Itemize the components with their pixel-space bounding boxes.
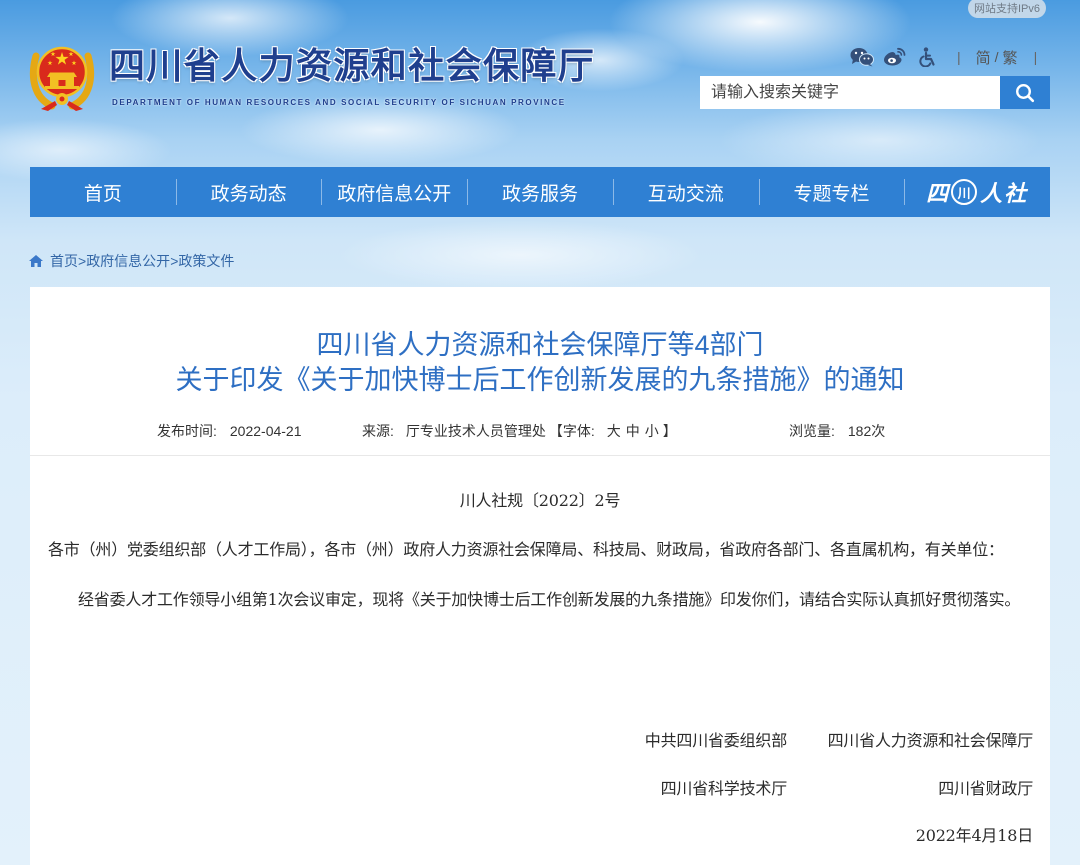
breadcrumb-policy-docs[interactable]: 政策文件	[178, 251, 234, 271]
emblem-gate-base	[45, 86, 79, 89]
emblem-gear-hub	[59, 96, 65, 102]
signatory: 四川省财政厅	[938, 779, 1033, 798]
font-size-large[interactable]: 大	[607, 421, 621, 441]
source-info: 来源: 厅专业技术人员管理处 【字体: 大 中 小 】	[362, 421, 677, 441]
tools-divider: |	[957, 49, 961, 65]
ipv6-badge: 网站支持IPv6	[968, 0, 1046, 18]
views-count: 182次	[847, 423, 886, 439]
signatory: 四川省人力资源和社会保障厅	[827, 731, 1034, 750]
emblem-gate-door	[58, 80, 66, 86]
source-label: 来源:	[362, 423, 394, 439]
brand-part-renshe: 人社	[980, 181, 1029, 206]
tools-divider: |	[1033, 49, 1038, 65]
nav-item-news[interactable]: 政务动态	[175, 167, 322, 217]
nav-item-interaction[interactable]: 互动交流	[612, 167, 759, 217]
header-tools: | 简 / 繁 |	[850, 45, 1037, 69]
breadcrumb-separator: >	[170, 253, 179, 269]
breadcrumb: 首页 > 政府信息公开 > 政策文件	[28, 251, 234, 271]
font-size-close: 】	[662, 423, 677, 439]
simplified-chinese-link[interactable]: 简	[976, 47, 991, 68]
source-value: 厅专业技术人员管理处	[405, 423, 546, 439]
search-icon	[1015, 83, 1035, 102]
font-size-small[interactable]: 小	[645, 421, 659, 441]
document-date: 2022年4月18日	[915, 826, 1033, 845]
search-input[interactable]	[700, 76, 1000, 109]
nav-item-services[interactable]: 政务服务	[467, 167, 613, 217]
publish-info: 发布时间: 2022-04-21	[157, 421, 302, 441]
brand-part-si: 四	[926, 181, 949, 206]
salutation: 各市（州）党委组织部（人才工作局），各市（州）政府人力资源社会保障局、科技局、财…	[48, 540, 1004, 559]
lang-slash: /	[994, 49, 999, 65]
font-size-medium[interactable]: 中	[626, 421, 640, 441]
views-info: 浏览量: 182次	[789, 421, 885, 441]
article-title-line2: 关于印发《关于加快博士后工作创新发展的九条措施》的通知	[175, 365, 905, 395]
breadcrumb-separator: >	[78, 253, 87, 269]
home-icon[interactable]	[28, 254, 44, 268]
breadcrumb-info-disclosure[interactable]: 政府信息公开	[86, 251, 170, 271]
accessibility-icon[interactable]	[918, 47, 936, 67]
wechat-icon[interactable]	[850, 47, 874, 67]
signatory: 四川省科学技术厅	[660, 779, 788, 798]
brand-part-chuan: 川	[951, 179, 978, 205]
meta-divider	[30, 455, 1050, 456]
traditional-chinese-link[interactable]: 繁	[1003, 47, 1018, 68]
site-subtitle-en: DEPARTMENT OF HUMAN RESOURCES AND SOCIAL…	[112, 98, 566, 107]
views-label: 浏览量:	[789, 423, 835, 439]
nav-item-info-disclosure[interactable]: 政府信息公开	[321, 167, 467, 217]
nav-item-topics[interactable]: 专题专栏	[758, 167, 905, 217]
main-nav: 首页 政务动态 政府信息公开 政务服务 互动交流 专题专栏 四 川 人社	[30, 167, 1050, 217]
document-number: 川人社规〔2022〕2号	[459, 491, 621, 510]
article-panel: 四川省人力资源和社会保障厅等4部门 关于印发《关于加快博士后工作创新发展的九条措…	[30, 287, 1050, 865]
nav-item-home[interactable]: 首页	[30, 167, 176, 217]
site-title: 四川省人力资源和社会保障厅	[109, 45, 596, 86]
breadcrumb-home[interactable]: 首页	[50, 251, 78, 271]
font-size-label: 【字体:	[548, 423, 595, 439]
emblem-gate-roof	[47, 72, 77, 77]
weibo-icon[interactable]	[883, 47, 907, 67]
national-emblem-icon	[29, 46, 95, 111]
article-title-line1: 四川省人力资源和社会保障厅等4部门	[316, 330, 764, 360]
publish-date: 2022-04-21	[229, 423, 302, 439]
body-paragraph: 经省委人才工作领导小组第1次会议审定，现将《关于加快博士后工作创新发展的九条措施…	[78, 590, 1021, 609]
nav-brand-logo[interactable]: 四 川 人社	[904, 167, 1050, 217]
signatory: 中共四川省委组织部	[644, 731, 787, 750]
publish-label: 发布时间:	[157, 423, 217, 439]
search-button[interactable]	[1000, 76, 1050, 109]
article-title: 四川省人力资源和社会保障厅等4部门 关于印发《关于加快博士后工作创新发展的九条措…	[30, 328, 1050, 398]
